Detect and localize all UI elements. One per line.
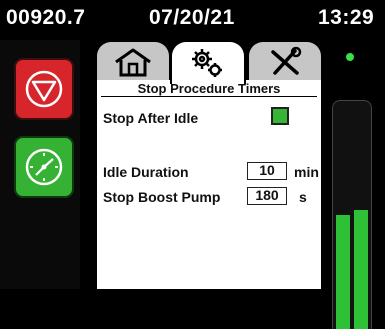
tab-tools[interactable] (247, 40, 323, 82)
settings-panel: Stop Procedure Timers Stop After Idle Id… (95, 80, 323, 289)
gauge-bar-left (336, 215, 350, 329)
left-panel (0, 40, 80, 289)
stop-triangle-icon (25, 70, 63, 108)
date-display: 07/20/21 (149, 6, 235, 29)
stop-after-idle-label: Stop After Idle (103, 110, 199, 126)
stop-boost-pump-unit: s (299, 189, 307, 205)
gears-icon (192, 49, 222, 77)
status-bar: 00920.7 07/20/21 13:29 (0, 0, 385, 38)
tab-settings[interactable] (170, 40, 246, 84)
gauge-frame (332, 100, 372, 329)
home-icon (115, 48, 151, 77)
stop-boost-pump-input[interactable]: 180 (247, 187, 287, 205)
idle-duration-unit: min (294, 164, 319, 180)
title-divider (101, 96, 317, 97)
tools-icon (271, 46, 302, 75)
engine-hours: 00920.7 (6, 6, 86, 29)
stop-after-idle-checkbox[interactable] (271, 107, 289, 125)
right-gauge-panel (328, 40, 385, 329)
gauge-bar-right (354, 210, 368, 329)
status-indicator-light (346, 53, 354, 61)
start-button[interactable] (14, 136, 74, 198)
engine-start-icon (25, 148, 63, 186)
idle-duration-label: Idle Duration (103, 164, 189, 180)
idle-duration-input[interactable]: 10 (247, 162, 287, 180)
stop-boost-pump-label: Stop Boost Pump (103, 189, 221, 205)
tab-home[interactable] (95, 40, 171, 82)
time-display: 13:29 (318, 6, 375, 29)
stop-button[interactable] (14, 58, 74, 120)
